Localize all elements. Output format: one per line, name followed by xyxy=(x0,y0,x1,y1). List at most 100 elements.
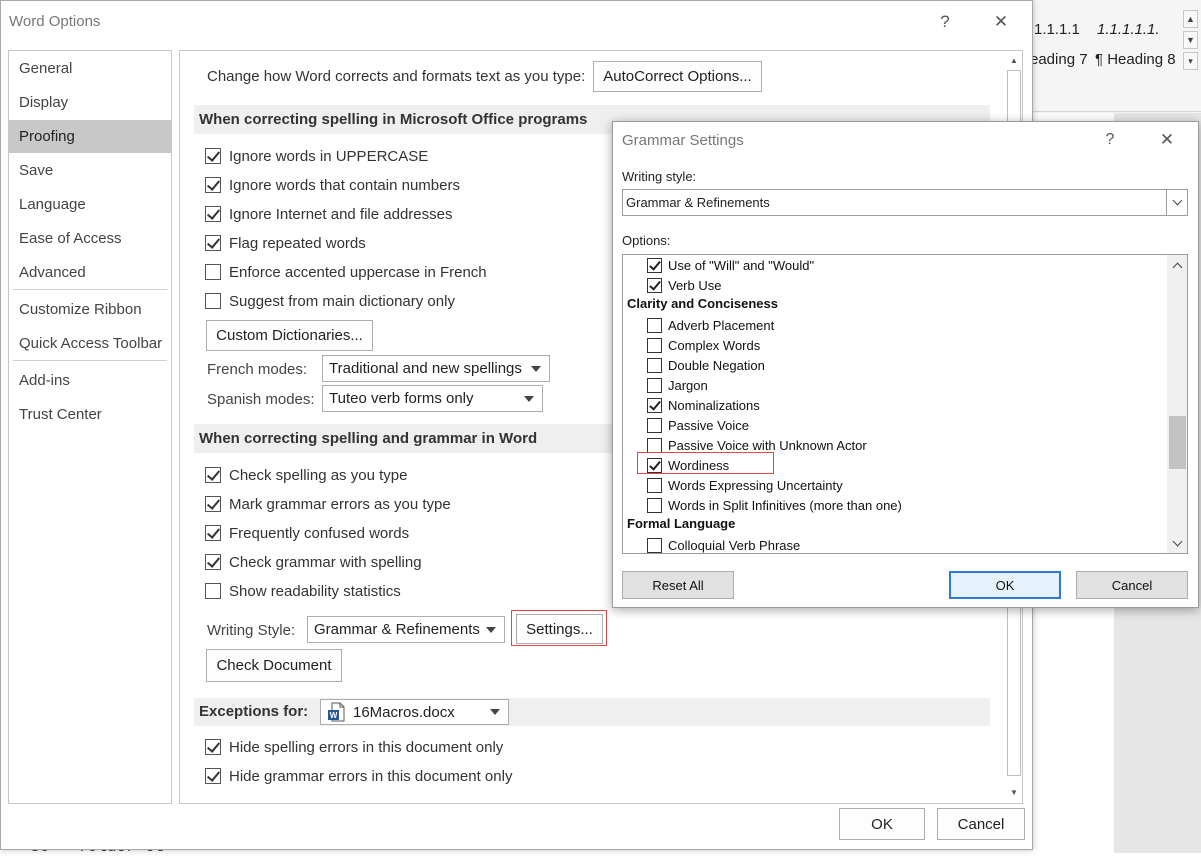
checkbox[interactable] xyxy=(205,583,221,599)
nav-item-general[interactable]: General xyxy=(9,52,171,85)
checkbox[interactable] xyxy=(647,437,662,453)
select-value: Tuteo verb forms only xyxy=(329,390,474,407)
ribbon-style-numbered-1[interactable]: 1.1.1.1 xyxy=(1034,21,1080,38)
checkbox[interactable] xyxy=(647,257,662,273)
gs-item-verb-use[interactable]: Verb Use xyxy=(647,275,721,295)
option-check-grammar-with-spelling[interactable]: Check grammar with spelling xyxy=(205,551,422,573)
checkbox[interactable] xyxy=(647,277,662,293)
gs-item-label: Jargon xyxy=(668,377,708,393)
gs-item-adverb-placement[interactable]: Adverb Placement xyxy=(647,315,774,335)
option-readability-statistics[interactable]: Show readability statistics xyxy=(205,580,401,602)
gs-writing-style-select[interactable]: Grammar & Refinements xyxy=(622,189,1188,216)
option-enforce-french-uppercase[interactable]: Enforce accented uppercase in French xyxy=(205,261,487,283)
checkbox[interactable] xyxy=(205,177,221,193)
ribbon-style-heading-8[interactable]: ¶ Heading 8 xyxy=(1095,51,1176,68)
custom-dictionaries-button[interactable]: Custom Dictionaries... xyxy=(206,320,373,351)
checkbox[interactable] xyxy=(647,397,662,413)
nav-item-add-ins[interactable]: Add-ins xyxy=(9,364,171,397)
nav-item-customize-ribbon[interactable]: Customize Ribbon xyxy=(9,293,171,326)
ribbon-style-numbered-2[interactable]: 1.1.1.1.1. xyxy=(1097,21,1160,38)
word-options-ok-button[interactable]: OK xyxy=(839,808,925,840)
nav-item-save[interactable]: Save xyxy=(9,154,171,187)
option-mark-grammar-errors[interactable]: Mark grammar errors as you type xyxy=(205,493,451,515)
checkbox[interactable] xyxy=(205,264,221,280)
checkbox[interactable] xyxy=(205,496,221,512)
checkbox[interactable] xyxy=(647,317,662,333)
option-confused-words[interactable]: Frequently confused words xyxy=(205,522,409,544)
option-flag-repeated-words[interactable]: Flag repeated words xyxy=(205,232,366,254)
chevron-up-icon[interactable] xyxy=(1169,257,1186,273)
ribbon-style-heading-7[interactable]: eading 7 xyxy=(1030,51,1088,68)
option-hide-spelling-errors[interactable]: Hide spelling errors in this document on… xyxy=(205,736,503,758)
ribbon-scroll-up-icon[interactable]: ▲ xyxy=(1183,10,1198,28)
checkbox[interactable] xyxy=(647,417,662,433)
close-icon[interactable]: ✕ xyxy=(984,7,1018,37)
autocorrect-options-button[interactable]: AutoCorrect Options... xyxy=(593,61,762,92)
help-icon[interactable]: ? xyxy=(1093,125,1127,155)
gs-item-passive-voice[interactable]: Passive Voice xyxy=(647,415,749,435)
gs-item-double-negation[interactable]: Double Negation xyxy=(647,355,765,375)
checkbox[interactable] xyxy=(647,497,662,513)
checkbox[interactable] xyxy=(205,206,221,222)
ribbon-scroll-down-icon[interactable]: ▼ xyxy=(1183,31,1198,49)
checkbox[interactable] xyxy=(205,768,221,784)
gs-item-jargon[interactable]: Jargon xyxy=(647,375,708,395)
option-main-dictionary-only[interactable]: Suggest from main dictionary only xyxy=(205,290,455,312)
help-icon[interactable]: ? xyxy=(928,7,962,37)
checkbox[interactable] xyxy=(647,337,662,353)
option-check-spelling[interactable]: Check spelling as you type xyxy=(205,464,407,486)
checkbox[interactable] xyxy=(647,357,662,373)
gs-item-label: Adverb Placement xyxy=(668,317,775,333)
nav-item-ease-of-access[interactable]: Ease of Access xyxy=(9,222,171,255)
checkbox[interactable] xyxy=(205,293,221,309)
gs-item-will-would[interactable]: Use of "Will" and "Would" xyxy=(647,255,814,275)
nav-item-trust-center[interactable]: Trust Center xyxy=(9,398,171,431)
option-label: Suggest from main dictionary only xyxy=(229,292,455,310)
chevron-down-icon[interactable] xyxy=(1169,535,1186,551)
gs-item-colloquial-verb-phrase[interactable]: Colloquial Verb Phrase xyxy=(647,535,800,555)
checkbox[interactable] xyxy=(647,377,662,393)
ribbon-more-icon[interactable]: ▾ xyxy=(1183,52,1198,70)
nav-item-quick-access-toolbar[interactable]: Quick Access Toolbar xyxy=(9,327,171,360)
gs-item-split-infinitives[interactable]: Words in Split Infinitives (more than on… xyxy=(647,495,902,515)
nav-item-proofing[interactable]: Proofing xyxy=(9,120,171,153)
nav-divider xyxy=(13,289,167,290)
gs-item-nominalizations[interactable]: Nominalizations xyxy=(647,395,760,415)
scroll-down-icon[interactable]: ▼ xyxy=(1006,784,1022,800)
scroll-up-icon[interactable]: ▲ xyxy=(1006,52,1022,68)
gs-reset-all-button[interactable]: Reset All xyxy=(622,571,734,599)
gs-cancel-button[interactable]: Cancel xyxy=(1076,571,1188,599)
checkbox[interactable] xyxy=(205,148,221,164)
nav-item-advanced[interactable]: Advanced xyxy=(9,256,171,289)
gs-ok-button[interactable]: OK xyxy=(949,571,1061,599)
writing-style-label: Writing Style: xyxy=(207,622,296,639)
gs-list-scrollbar-thumb[interactable] xyxy=(1169,416,1186,469)
checkbox[interactable] xyxy=(647,537,662,553)
nav-item-display[interactable]: Display xyxy=(9,86,171,119)
gs-item-label: Words in Split Infinitives (more than on… xyxy=(668,497,902,513)
option-ignore-internet-addresses[interactable]: Ignore Internet and file addresses xyxy=(205,203,452,225)
checkbox[interactable] xyxy=(647,477,662,493)
option-ignore-uppercase[interactable]: Ignore words in UPPERCASE xyxy=(205,145,428,167)
chevron-down-icon[interactable] xyxy=(1166,190,1187,215)
gs-item-words-uncertainty[interactable]: Words Expressing Uncertainty xyxy=(647,475,843,495)
gs-list-scrollbar[interactable] xyxy=(1167,255,1187,553)
checkbox[interactable] xyxy=(205,525,221,541)
word-options-cancel-button[interactable]: Cancel xyxy=(937,808,1025,840)
french-modes-select[interactable]: Traditional and new spellings xyxy=(322,355,550,382)
checkbox[interactable] xyxy=(205,467,221,483)
checkbox[interactable] xyxy=(205,554,221,570)
spanish-modes-label: Spanish modes: xyxy=(207,391,315,408)
checkbox[interactable] xyxy=(205,235,221,251)
check-document-button[interactable]: Check Document xyxy=(206,649,342,682)
spanish-modes-select[interactable]: Tuteo verb forms only xyxy=(322,385,543,412)
nav-item-language[interactable]: Language xyxy=(9,188,171,221)
option-ignore-numbers[interactable]: Ignore words that contain numbers xyxy=(205,174,460,196)
checkbox[interactable] xyxy=(205,739,221,755)
gs-item-complex-words[interactable]: Complex Words xyxy=(647,335,760,355)
close-icon[interactable]: ✕ xyxy=(1150,125,1184,155)
gs-item-label: Words Expressing Uncertainty xyxy=(668,477,843,493)
writing-style-select[interactable]: Grammar & Refinements xyxy=(307,616,505,643)
exceptions-document-select[interactable]: W 16Macros.docx xyxy=(320,699,509,725)
option-hide-grammar-errors[interactable]: Hide grammar errors in this document onl… xyxy=(205,765,512,787)
